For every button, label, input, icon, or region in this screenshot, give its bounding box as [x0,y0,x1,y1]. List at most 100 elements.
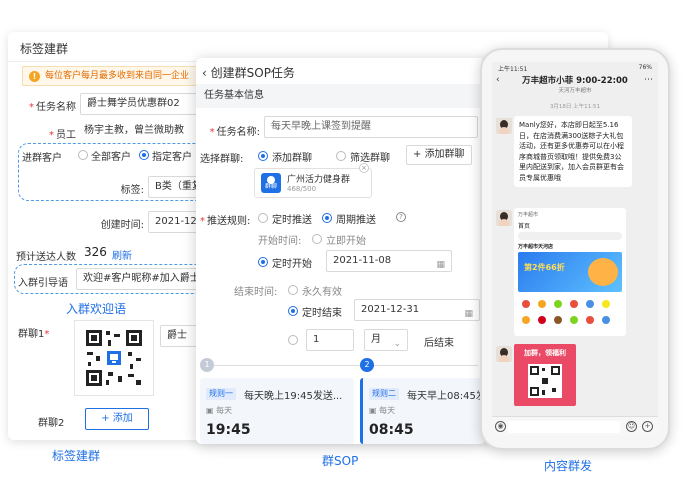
group-poster[interactable]: 加群，领福利 [514,344,576,406]
product-image [588,258,618,286]
rule-title: 每天早上08:45发送 [407,391,486,402]
message-bubble: Manly您好，本店即日起至5.16日，在店消费满300送粽子大礼包活动，还有更… [514,116,632,187]
chat-subtitle: 天河万丰超市 [558,88,592,94]
phone-mockup: 上午11:51 76% ‹ 万丰超市小菲 9:00-22:00 天河万丰超市 ⋯… [480,48,670,450]
target-label: 进群客户 [22,153,62,164]
rule-tag: 规则二 [369,388,399,400]
radio-all-customers[interactable] [78,150,88,160]
radio-scheduled-label: 定时推送 [272,215,312,226]
chat-input-bar: ◉ ☺ + [492,416,658,436]
phone-screen: 上午11:51 76% ‹ 万丰超市小菲 9:00-22:00 天河万丰超市 ⋯… [492,62,658,436]
end-time-label: 结束时间: [234,287,278,298]
radio-end-after[interactable] [288,335,298,345]
step-1[interactable]: 1 [200,358,214,372]
start-date-picker[interactable]: 2021-11-08 ▦ [326,250,452,272]
radio-specific-customers[interactable] [139,150,149,160]
interval-unit-select[interactable]: 月 ⌄ [364,329,408,351]
employee-value[interactable]: 杨宇主教，曾兰微助教 [80,121,210,143]
mini-app-store: 万丰超市天河店 [518,244,554,250]
radio-filter-group[interactable] [336,151,346,161]
radio-start-scheduled-label: 定时开始 [272,259,312,270]
plus-icon: + [413,149,425,160]
radio-specific-label: 指定客户 [152,152,192,163]
mini-app-brand: 万丰超市 [518,212,539,218]
mini-program-card[interactable]: 万丰超市 首页 万丰超市天河店 第2件66折 [514,208,626,336]
group-card-count: 468/500 [287,185,317,193]
emoji-icon[interactable]: ☺ [626,421,637,432]
guide-callout: 入群欢迎语 [66,302,127,316]
step-2[interactable]: 2 [360,358,374,372]
sop-task-input[interactable]: 每天早晚上课签到提醒 [264,116,478,138]
radio-start-now[interactable] [312,234,322,244]
poster-qr-code-icon [528,364,562,398]
mini-search-bar [518,232,622,240]
qr-code-icon [84,328,144,388]
radio-add-group-label: 添加群聊 [272,153,312,164]
chevron-down-icon: ⌄ [393,339,401,349]
chat-input[interactable] [508,421,620,433]
section-title: 任务基本信息 [196,84,486,108]
group-card[interactable]: 群聊 广州活力健身群 468/500 × [254,163,372,198]
caption-content-broadcast: 内容群发 [544,459,593,473]
end-date-picker[interactable]: 2021-12-31 ▦ [354,299,480,321]
employee-label: * 员工 [49,130,76,141]
sop-task-label: * 任务名称: [209,127,260,138]
rule-tag: 规则一 [206,388,236,400]
refresh-link[interactable]: 刷新 [112,247,132,262]
plus-icon[interactable]: + [642,421,653,432]
radio-periodic-push[interactable] [322,213,332,223]
avatar[interactable] [496,118,512,134]
panel-title: 标签建群 [20,42,69,56]
rule-title: 每天晚上19:45发送... [244,391,343,402]
sop-panel: ‹ 创建群SOP任务 任务基本信息 * 任务名称: 每天早晚上课签到提醒 选择群聊… [196,58,486,444]
rule-frequency: ▣ 每天 [206,406,233,415]
close-icon[interactable]: × [359,163,369,173]
start-time-label: 开始时间: [258,236,302,247]
calendar-icon: ▦ [436,260,445,270]
estimate-label: 预计送达人数 [16,252,76,263]
mini-app-home: 首页 [518,223,531,230]
calendar-icon: ▣ [369,406,380,415]
group2-label: 群聊2 [38,418,65,429]
avatar[interactable] [496,210,512,226]
radio-add-group[interactable] [258,151,268,161]
caption-tag-group: 标签建群 [52,449,101,463]
status-bar: 上午11:51 76% [498,64,652,73]
more-icon[interactable]: ⋯ [644,75,653,85]
estimate-value: 326 [84,245,107,259]
rule-card-1[interactable]: 规则一 每天晚上19:45发送... ▣ 每天 19:45 [200,378,354,444]
add-group-chat-button[interactable]: + 添加群聊 [406,145,472,165]
voice-icon[interactable]: ◉ [495,421,506,432]
add-group-button[interactable]: + 添加 [85,408,149,430]
category-icons [518,296,622,330]
radio-filter-group-label: 筛选群聊 [350,153,390,164]
radio-start-now-label: 立即开始 [326,236,366,247]
help-icon[interactable]: ? [396,212,406,222]
radio-start-scheduled[interactable] [258,257,268,267]
sop-header: ‹ 创建群SOP任务 [202,64,295,81]
calendar-icon: ▣ [206,406,217,415]
rule-card-2[interactable]: 规则二 每天早上08:45发送 ▣ 每天 08:45 [360,378,486,444]
warning-icon: ! [29,71,40,82]
radio-scheduled-push[interactable] [258,213,268,223]
created-label: 创建时间: [100,220,144,231]
task-name-label: * 任务名称 [29,102,76,113]
calendar-icon: ▦ [464,309,473,319]
guide-input[interactable]: 欢迎#客户昵称#加入爵士 [76,268,204,290]
select-group-label: 选择群聊: [200,154,244,165]
avatar[interactable] [496,346,512,362]
steps-line [206,365,478,366]
warning-text: 每位客户每月最多收到来自同一企业 [45,71,190,81]
group1-label: 群聊1* [18,329,50,340]
interval-input[interactable]: 1 [306,329,354,351]
group-card-name: 广州活力健身群 [287,175,351,185]
radio-periodic-label: 周期推送 [336,215,376,226]
task-name-input[interactable]: 爵士舞学员优惠群02 [80,93,210,115]
push-rule-label: * 推送规则: [200,216,251,227]
rule-time: 19:45 [206,422,251,438]
radio-end-scheduled[interactable] [288,306,298,316]
radio-end-forever[interactable] [288,285,298,295]
guide-label: 入群引导语 [18,278,68,289]
radio-end-forever-label: 永久有效 [302,287,342,298]
back-icon[interactable]: ‹ [202,66,211,80]
